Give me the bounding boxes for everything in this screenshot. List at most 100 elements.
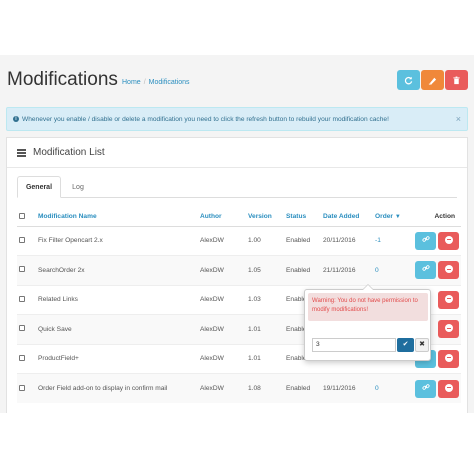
author: AlexDW — [197, 343, 245, 374]
row-checkbox[interactable] — [19, 354, 25, 361]
col-status[interactable]: Status — [283, 208, 320, 227]
link-icon — [421, 265, 430, 272]
col-author[interactable]: Author — [197, 208, 245, 227]
row-checkbox-cell — [17, 343, 35, 374]
row-checkbox-cell — [17, 314, 35, 344]
disable-button[interactable] — [438, 320, 459, 339]
refresh-icon — [404, 76, 413, 84]
table-row: Order Field add-on to display in confirm… — [17, 373, 461, 403]
info-circle-icon: i — [13, 116, 19, 122]
page: Modifications Home / Modifications i Whene… — [0, 55, 474, 413]
date-added: 21/11/2016 — [320, 255, 372, 285]
clear-log-button[interactable] — [421, 70, 444, 90]
status: Enabled — [283, 373, 320, 403]
tab-bar: General Log — [17, 176, 457, 198]
row-checkbox-cell — [17, 225, 35, 256]
order-input[interactable]: 3 — [312, 338, 396, 352]
table-header-row: Modification Name Author Version Status … — [17, 208, 461, 227]
modification-name: SearchOrder 2x — [35, 255, 197, 285]
panel-heading: Modification List — [7, 138, 467, 168]
close-icon: ✖ — [419, 341, 425, 348]
link-button[interactable] — [415, 379, 436, 398]
confirm-button[interactable]: ✔ — [397, 338, 414, 352]
row-checkbox[interactable] — [19, 384, 25, 391]
modification-name: Fix Filter Opencart 2.x — [35, 225, 197, 256]
alert-close-button[interactable]: × — [456, 114, 461, 124]
modification-name: Quick Save — [35, 314, 197, 344]
row-actions — [405, 373, 461, 403]
version: 1.05 — [245, 255, 283, 285]
row-checkbox-cell — [17, 284, 35, 315]
modification-name: Order Field add-on to display in confirm… — [35, 373, 197, 403]
author: AlexDW — [197, 373, 245, 403]
permission-warning: Warning: You do not have permission to m… — [308, 293, 428, 321]
eraser-icon — [428, 77, 437, 85]
cancel-button[interactable]: ✖ — [415, 338, 429, 352]
breadcrumb-home[interactable]: Home — [122, 79, 141, 86]
minus-circle-icon — [444, 324, 453, 333]
author: AlexDW — [197, 255, 245, 285]
minus-circle-icon — [444, 383, 453, 392]
info-alert: i Whenever you enable / disable or delet… — [6, 107, 468, 131]
disable-button[interactable] — [438, 231, 459, 250]
version: 1.03 — [245, 284, 283, 315]
link-icon — [421, 383, 430, 390]
status: Enabled — [283, 255, 320, 285]
row-checkbox[interactable] — [19, 295, 25, 302]
trash-icon — [453, 76, 460, 84]
select-all-checkbox[interactable] — [19, 212, 25, 219]
check-icon: ✔ — [402, 341, 409, 348]
breadcrumb-modifications[interactable]: Modifications — [149, 79, 190, 86]
page-header: Modifications Home / Modifications — [0, 55, 474, 103]
minus-circle-icon — [444, 235, 453, 244]
tab-general[interactable]: General — [17, 176, 61, 198]
author: AlexDW — [197, 314, 245, 344]
disable-button[interactable] — [438, 379, 459, 398]
date-added: 20/11/2016 — [320, 225, 372, 256]
order-value[interactable]: -1 — [372, 225, 405, 256]
alert-text: Whenever you enable / disable or delete … — [22, 115, 389, 123]
edit-order-popover: Warning: You do not have permission to m… — [304, 284, 431, 361]
order-value[interactable]: 0 — [372, 373, 405, 403]
status: Enabled — [283, 225, 320, 256]
col-date-added[interactable]: Date Added — [320, 208, 372, 227]
minus-circle-icon — [444, 294, 453, 303]
col-action: Action — [405, 208, 461, 227]
link-button[interactable] — [415, 231, 436, 250]
breadcrumb-separator: / — [143, 79, 146, 86]
row-checkbox-cell — [17, 255, 35, 285]
date-added: 19/11/2016 — [320, 373, 372, 403]
col-order-label: Order — [375, 213, 393, 221]
row-actions — [405, 225, 461, 256]
row-checkbox[interactable] — [19, 266, 25, 273]
row-checkbox-cell — [17, 373, 35, 403]
popover-arrow-inner — [363, 285, 373, 290]
minus-circle-icon — [444, 265, 453, 274]
link-icon — [421, 235, 430, 242]
order-value[interactable]: 0 — [372, 255, 405, 285]
list-icon — [17, 149, 26, 157]
row-actions — [405, 255, 461, 285]
disable-button[interactable] — [438, 290, 459, 309]
erase-button[interactable] — [445, 70, 468, 90]
disable-button[interactable] — [438, 261, 459, 280]
sort-caret-icon: ▼ — [394, 214, 401, 221]
link-button[interactable] — [415, 261, 436, 280]
tab-log[interactable]: Log — [65, 176, 91, 198]
panel-title: Modification List — [33, 147, 105, 158]
col-order[interactable]: Order ▼ — [372, 208, 405, 227]
disable-button[interactable] — [438, 349, 459, 368]
row-checkbox[interactable] — [19, 236, 25, 243]
author: AlexDW — [197, 225, 245, 256]
select-all-cell — [17, 208, 35, 227]
col-name[interactable]: Modification Name — [35, 208, 197, 227]
author: AlexDW — [197, 284, 245, 315]
breadcrumb: Home / Modifications — [122, 79, 190, 86]
modification-list-panel: Modification List General Log Modificati… — [6, 137, 468, 413]
row-checkbox[interactable] — [19, 325, 25, 332]
version: 1.01 — [245, 314, 283, 344]
col-version[interactable]: Version — [245, 208, 283, 227]
version: 1.01 — [245, 343, 283, 374]
refresh-button[interactable] — [397, 70, 420, 90]
modification-name: Related Links — [35, 284, 197, 315]
